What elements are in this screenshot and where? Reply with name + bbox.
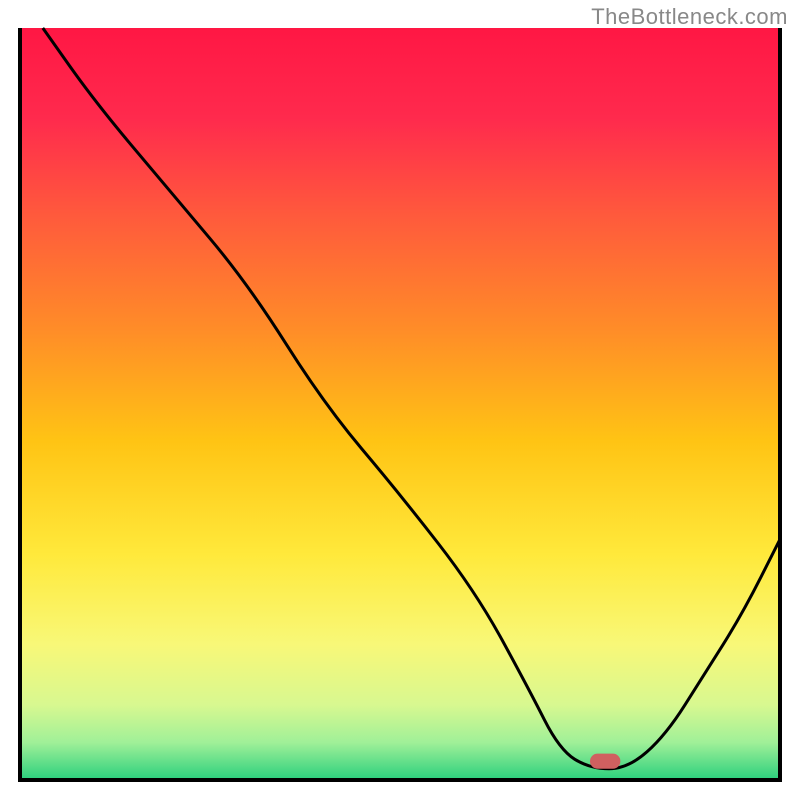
chart-container: TheBottleneck.com [0,0,800,800]
watermark-text: TheBottleneck.com [591,4,788,30]
bottleneck-chart [0,0,800,800]
gradient-background [20,28,780,780]
optimal-marker [590,754,620,769]
